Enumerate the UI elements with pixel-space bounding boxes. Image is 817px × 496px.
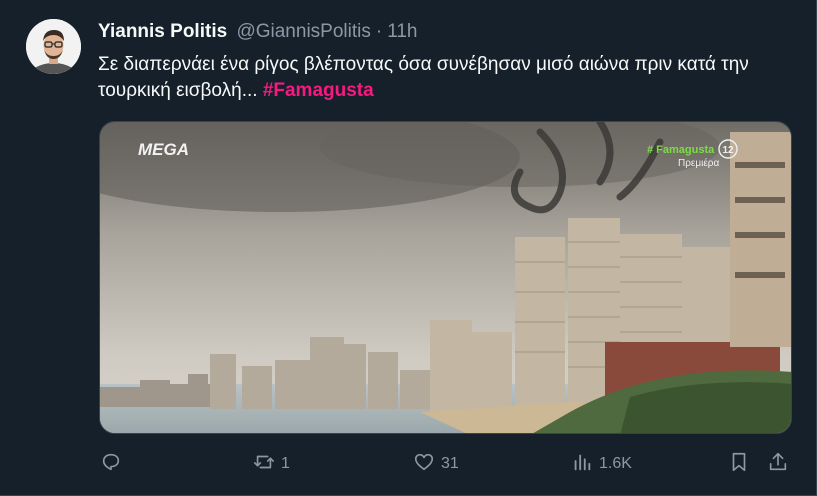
channel-logo: MEGA [138, 140, 189, 159]
hashtag-link[interactable]: #Famagusta [263, 80, 374, 101]
views-button[interactable]: 1.6K [571, 448, 632, 480]
author-handle[interactable]: @GiannisPolitis [236, 21, 370, 42]
tweet-body-text: Σε διαπερνάει ένα ρίγος βλέποντας όσα συ… [98, 54, 749, 101]
share-icon [767, 451, 789, 478]
reply-icon [100, 451, 122, 478]
age-rating: 12 [722, 145, 734, 156]
timestamp[interactable]: 11h [387, 21, 417, 42]
views-icon [571, 451, 593, 478]
overlay-subtitle: Πρεμιέρα [678, 157, 719, 169]
bookmark-button[interactable] [728, 448, 750, 480]
like-button[interactable]: 31 [413, 448, 459, 480]
reply-button[interactable] [100, 448, 122, 480]
like-icon [413, 451, 435, 478]
retweet-count: 1 [281, 455, 290, 472]
video-thumbnail[interactable]: MEGA # Famagusta Πρεμιέρα 12 [99, 121, 792, 434]
action-bar: 1 31 1.6K [0, 448, 817, 480]
tweet-text: Σε διαπερνάει ένα ρίγος βλέποντας όσα συ… [98, 52, 798, 104]
share-button[interactable] [767, 448, 789, 480]
bookmark-icon [728, 451, 750, 478]
avatar[interactable] [26, 19, 81, 74]
views-count: 1.6K [599, 455, 632, 472]
overlay-tag: # Famagusta [647, 144, 715, 156]
retweet-button[interactable]: 1 [253, 448, 290, 480]
retweet-icon [253, 451, 275, 478]
separator: · [375, 21, 383, 42]
tweet[interactable]: Yiannis Politis @GiannisPolitis · 11h Σε δ… [0, 0, 817, 496]
tweet-header: Yiannis Politis @GiannisPolitis · 11h [98, 20, 417, 44]
author-name[interactable]: Yiannis Politis [98, 21, 227, 42]
like-count: 31 [441, 455, 459, 472]
